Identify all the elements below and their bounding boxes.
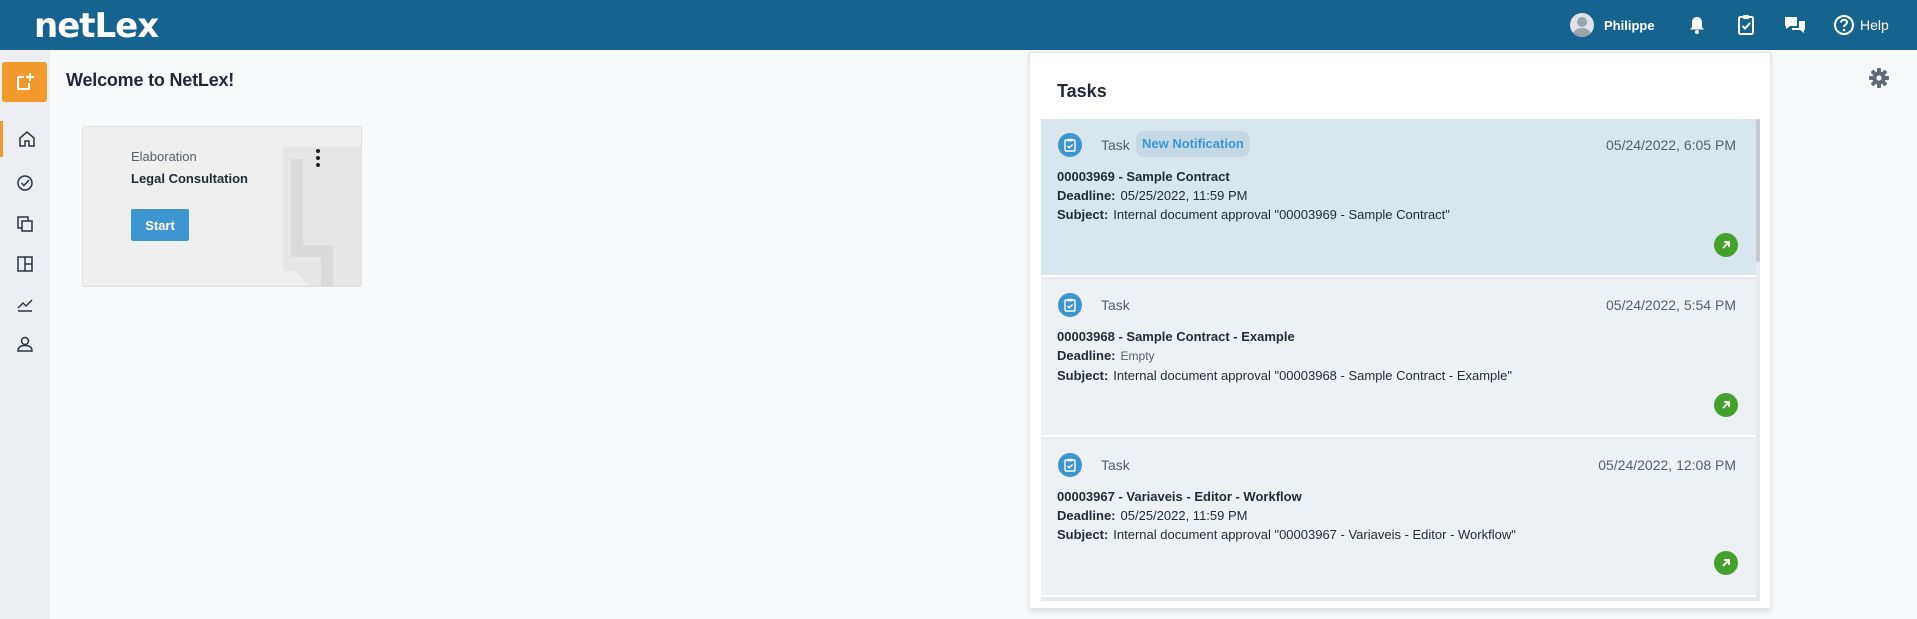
task-subject: Subject: Internal document approval "0000… [1057, 527, 1516, 542]
task-name: 00003968 - Sample Contract - Example [1057, 329, 1295, 344]
subject-value: Internal document approval "00003969 - S… [1113, 207, 1450, 222]
settings-gear-icon[interactable] [1867, 66, 1891, 90]
netlex-logo[interactable]: netLex [34, 4, 159, 48]
task-item[interactable]: Task 05/24/2022, 12:08 PM 00003967 - Var… [1041, 439, 1756, 597]
home-icon [18, 131, 35, 147]
task-type: Task [1101, 457, 1130, 473]
task-subject: Subject: Internal document approval "0000… [1057, 207, 1450, 222]
avatar[interactable] [1570, 13, 1594, 37]
task-type: Task [1101, 297, 1130, 313]
help-label: Help [1860, 17, 1889, 33]
arrow-up-right-icon [1722, 559, 1730, 567]
deadline-value: 05/25/2022, 11:59 PM [1120, 508, 1248, 523]
open-task-button[interactable] [1714, 551, 1738, 575]
tasks-panel: Tasks Task New Notification 05/24/2022, … [1029, 52, 1771, 609]
deadline-label: Deadline: [1057, 508, 1116, 523]
sidebar-item-reports[interactable] [0, 286, 50, 322]
sidebar-item-home[interactable] [0, 121, 50, 157]
task-date: 05/24/2022, 5:54 PM [1606, 297, 1736, 313]
task-name: 00003967 - Variaveis - Editor - Workflow [1057, 489, 1302, 504]
task-clipboard-icon [1058, 453, 1082, 477]
open-task-button[interactable] [1714, 233, 1738, 257]
open-task-button[interactable] [1714, 393, 1738, 417]
task-date: 05/24/2022, 6:05 PM [1606, 137, 1736, 153]
deadline-label: Deadline: [1057, 348, 1116, 363]
task-deadline: Deadline: 05/25/2022, 11:59 PM [1057, 188, 1247, 203]
task-type: Task [1101, 137, 1130, 153]
chat-icon[interactable] [1782, 12, 1808, 38]
task-name: 00003969 - Sample Contract [1057, 169, 1230, 184]
arrow-up-right-icon [1722, 401, 1730, 409]
top-bar: netLex Philippe Help [0, 0, 1917, 50]
page-title: Welcome to NetLex! [66, 70, 235, 90]
board-icon [17, 256, 33, 272]
task-item[interactable]: Task 05/24/2022, 5:54 PM 00003968 - Samp… [1041, 279, 1756, 437]
chart-icon [17, 299, 33, 312]
card-category: Elaboration [131, 149, 197, 164]
new-document-button[interactable] [2, 62, 47, 102]
sidebar-item-tasks[interactable] [0, 165, 50, 201]
template-card[interactable]: Elaboration Legal Consultation Start [82, 126, 362, 287]
task-deadline: Deadline: Empty [1057, 348, 1155, 363]
task-deadline: Deadline: 05/25/2022, 11:59 PM [1057, 508, 1247, 523]
start-button[interactable]: Start [131, 209, 189, 241]
task-clipboard-icon [1058, 133, 1082, 157]
task-list-scrollbar[interactable] [1756, 119, 1760, 262]
task-list[interactable]: Task New Notification 05/24/2022, 6:05 P… [1041, 119, 1760, 601]
sidebar-item-documents[interactable] [0, 206, 50, 242]
deadline-label: Deadline: [1057, 188, 1116, 203]
subject-value: Internal document approval "00003968 - S… [1113, 368, 1513, 383]
tasks-title: Tasks [1057, 81, 1107, 101]
user-icon [17, 336, 33, 352]
deadline-value: 05/25/2022, 11:59 PM [1120, 188, 1248, 203]
new-notification-badge: New Notification [1136, 131, 1250, 157]
user-name: Philippe [1604, 17, 1655, 33]
sidebar [0, 50, 50, 619]
subject-label: Subject: [1057, 368, 1109, 383]
documents-icon [17, 216, 33, 232]
user-menu[interactable]: Philippe [1570, 13, 1655, 37]
help-button[interactable]: Help [1833, 13, 1889, 37]
subject-value: Internal document approval "00003967 - V… [1113, 527, 1516, 542]
subject-label: Subject: [1057, 527, 1109, 542]
task-clipboard-icon [1058, 293, 1082, 317]
task-item[interactable]: Task New Notification 05/24/2022, 6:05 P… [1041, 119, 1756, 277]
help-icon [1834, 15, 1854, 35]
check-circle-icon [17, 175, 33, 191]
card-more-icon[interactable] [313, 149, 323, 171]
sidebar-item-profile[interactable] [0, 326, 50, 362]
sidebar-item-board[interactable] [0, 246, 50, 282]
arrow-up-right-icon [1722, 241, 1730, 249]
task-subject: Subject: Internal document approval "0000… [1057, 368, 1512, 383]
bell-icon[interactable] [1684, 12, 1710, 38]
deadline-value: Empty [1120, 349, 1155, 363]
subject-label: Subject: [1057, 207, 1109, 222]
new-document-icon [16, 73, 34, 90]
card-title: Legal Consultation [131, 171, 248, 186]
clipboard-icon[interactable] [1733, 12, 1759, 38]
task-date: 05/24/2022, 12:08 PM [1598, 457, 1736, 473]
